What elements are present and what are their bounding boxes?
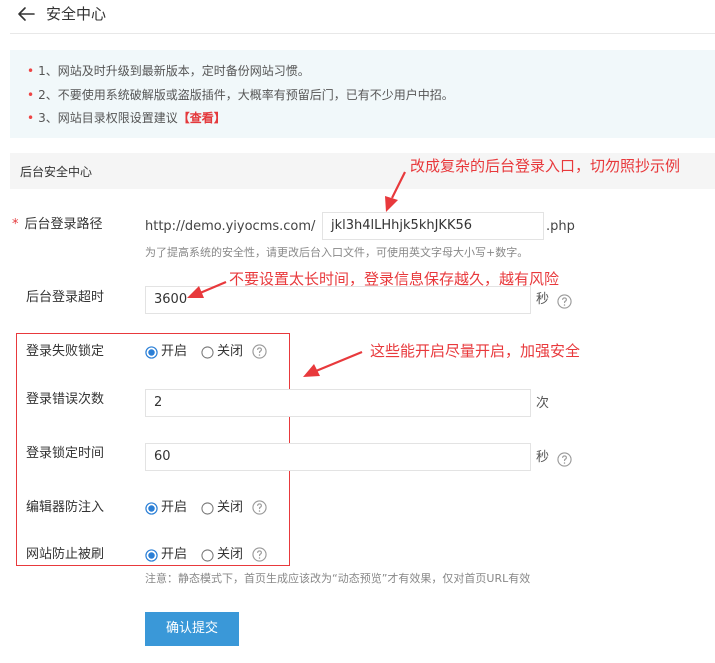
annotation-arrows	[187, 171, 406, 377]
